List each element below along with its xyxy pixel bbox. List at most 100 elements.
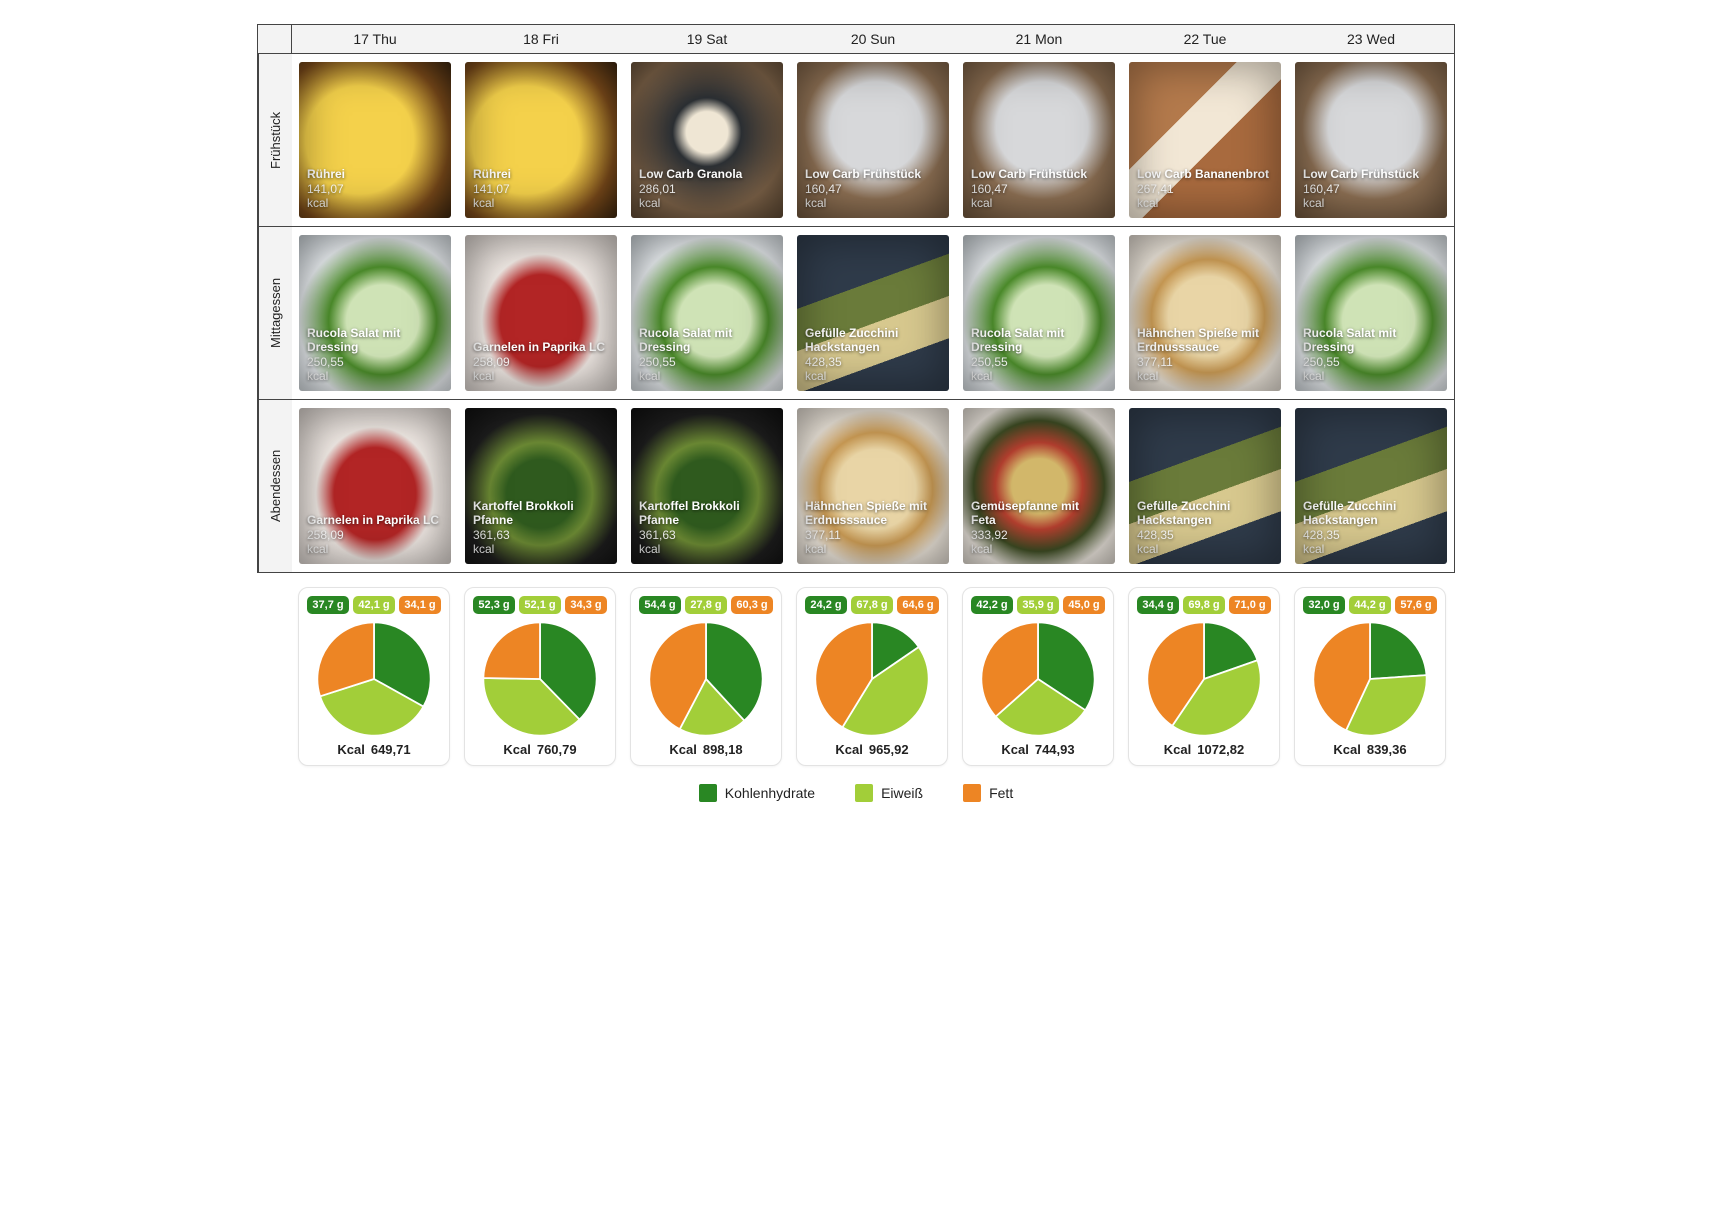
meal-card[interactable]: Garnelen in Paprika LC258,09kcal [299, 408, 451, 564]
meal-kcal: 160,47 [805, 182, 941, 196]
kcal-label: Kcal [669, 742, 696, 757]
row-label-fruehstueck: Frühstück [258, 54, 292, 226]
meal-name: Rührei [473, 168, 609, 182]
kcal-label: Kcal [1164, 742, 1191, 757]
meal-kcal: 141,07 [307, 182, 443, 196]
legend-label-protein: Eiweiß [881, 785, 923, 801]
day-header: 17 Thu [292, 25, 458, 53]
row-mittagessen: Mittagessen Rucola Salat mit Dressing250… [257, 227, 1455, 400]
pill-carb: 52,3 g [473, 596, 515, 614]
meal-kcal-unit: kcal [1303, 369, 1439, 383]
meal-card[interactable]: Gemüsepfanne mit Feta333,92kcal [963, 408, 1115, 564]
pill-protein: 44,2 g [1349, 596, 1391, 614]
meal-name: Kartoffel Brokkoli Pfanne [639, 500, 775, 528]
kcal-label: Kcal [337, 742, 364, 757]
swatch-fat-icon [963, 784, 981, 802]
meal-name: Garnelen in Paprika LC [473, 341, 609, 355]
kcal-total: 744,93 [1035, 742, 1075, 757]
swatch-protein-icon [855, 784, 873, 802]
weekly-meal-planner: 17 Thu 18 Fri 19 Sat 20 Sun 21 Mon 22 Tu… [257, 24, 1455, 802]
meal-kcal-unit: kcal [971, 369, 1107, 383]
meal-kcal-unit: kcal [1137, 369, 1273, 383]
legend-item-fat: Fett [963, 784, 1013, 802]
meal-card[interactable]: Rucola Salat mit Dressing250,55kcal [631, 235, 783, 391]
meal-kcal: 361,63 [473, 528, 609, 542]
meal-name: Rucola Salat mit Dressing [307, 327, 443, 355]
meal-card[interactable]: Gefülle Zucchini Hackstangen428,35kcal [797, 235, 949, 391]
meal-name: Rucola Salat mit Dressing [971, 327, 1107, 355]
meal-kcal: 250,55 [639, 355, 775, 369]
meal-kcal: 267,41 [1137, 182, 1273, 196]
pill-protein: 67,8 g [851, 596, 893, 614]
meal-card[interactable]: Low Carb Frühstück160,47kcal [963, 62, 1115, 218]
meal-card[interactable]: Low Carb Frühstück160,47kcal [1295, 62, 1447, 218]
legend-label-fat: Fett [989, 785, 1013, 801]
meal-kcal-unit: kcal [971, 196, 1107, 210]
meal-card[interactable]: Rucola Salat mit Dressing250,55kcal [963, 235, 1115, 391]
meal-name: Hähnchen Spieße mit Erdnusssauce [1137, 327, 1273, 355]
legend-label-carb: Kohlenhydrate [725, 785, 815, 801]
meal-card[interactable]: Gefülle Zucchini Hackstangen428,35kcal [1295, 408, 1447, 564]
meal-card[interactable]: Hähnchen Spieße mit Erdnusssauce377,11kc… [1129, 235, 1281, 391]
meal-card[interactable]: Rührei141,07kcal [465, 62, 617, 218]
day-header: 22 Tue [1122, 25, 1288, 53]
meal-card[interactable]: Kartoffel Brokkoli Pfanne361,63kcal [465, 408, 617, 564]
meal-kcal-unit: kcal [639, 369, 775, 383]
meal-card[interactable]: Kartoffel Brokkoli Pfanne361,63kcal [631, 408, 783, 564]
meal-card[interactable]: Low Carb Frühstück160,47kcal [797, 62, 949, 218]
pill-protein: 27,8 g [685, 596, 727, 614]
meal-kcal-unit: kcal [473, 369, 609, 383]
pill-fat: 45,0 g [1063, 596, 1105, 614]
pill-protein: 52,1 g [519, 596, 561, 614]
meal-kcal-unit: kcal [639, 542, 775, 556]
meal-name: Kartoffel Brokkoli Pfanne [473, 500, 609, 528]
day-header: 20 Sun [790, 25, 956, 53]
macro-pie-chart [1145, 620, 1263, 738]
meal-name: Low Carb Frühstück [971, 168, 1107, 182]
meal-name: Low Carb Frühstück [1303, 168, 1439, 182]
day-header: 19 Sat [624, 25, 790, 53]
meal-kcal-unit: kcal [971, 542, 1107, 556]
meal-kcal-unit: kcal [1137, 196, 1273, 210]
kcal-label: Kcal [835, 742, 862, 757]
meal-card[interactable]: Hähnchen Spieße mit Erdnusssauce377,11kc… [797, 408, 949, 564]
meal-card[interactable]: Garnelen in Paprika LC258,09kcal [465, 235, 617, 391]
meal-kcal: 428,35 [1137, 528, 1273, 542]
pill-carb: 54,4 g [639, 596, 681, 614]
meal-name: Gefülle Zucchini Hackstangen [1137, 500, 1273, 528]
meal-name: Gemüsepfanne mit Feta [971, 500, 1107, 528]
macro-legend: Kohlenhydrate Eiweiß Fett [257, 784, 1455, 802]
meal-kcal: 428,35 [805, 355, 941, 369]
legend-item-protein: Eiweiß [855, 784, 923, 802]
meal-name: Low Carb Frühstück [805, 168, 941, 182]
meal-card[interactable]: Rührei141,07kcal [299, 62, 451, 218]
meal-card[interactable]: Low Carb Bananenbrot267,41kcal [1129, 62, 1281, 218]
pill-carb: 32,0 g [1303, 596, 1345, 614]
row-abendessen: Abendessen Garnelen in Paprika LC258,09k… [257, 400, 1455, 573]
meal-kcal-unit: kcal [805, 196, 941, 210]
meal-card[interactable]: Gefülle Zucchini Hackstangen428,35kcal [1129, 408, 1281, 564]
meal-card[interactable]: Low Carb Granola286,01kcal [631, 62, 783, 218]
kcal-total: 965,92 [869, 742, 909, 757]
macro-card: 54,4 g 27,8 g 60,3 g Kcal898,18 [630, 587, 782, 766]
meal-kcal: 258,09 [307, 528, 443, 542]
pill-carb: 34,4 g [1137, 596, 1179, 614]
meal-kcal-unit: kcal [473, 542, 609, 556]
day-header: 23 Wed [1288, 25, 1454, 53]
macro-pie-chart [647, 620, 765, 738]
meal-kcal: 160,47 [1303, 182, 1439, 196]
meal-kcal: 250,55 [1303, 355, 1439, 369]
meal-name: Low Carb Bananenbrot [1137, 168, 1273, 182]
macro-card: 52,3 g 52,1 g 34,3 g Kcal760,79 [464, 587, 616, 766]
kcal-label: Kcal [1333, 742, 1360, 757]
pill-fat: 71,0 g [1229, 596, 1271, 614]
macro-pie-chart [979, 620, 1097, 738]
meal-card[interactable]: Rucola Salat mit Dressing250,55kcal [1295, 235, 1447, 391]
planner-header-corner [258, 25, 292, 53]
meal-card[interactable]: Rucola Salat mit Dressing250,55kcal [299, 235, 451, 391]
pill-protein: 35,9 g [1017, 596, 1059, 614]
meal-name: Low Carb Granola [639, 168, 775, 182]
day-header: 21 Mon [956, 25, 1122, 53]
macro-card: 32,0 g 44,2 g 57,6 g Kcal839,36 [1294, 587, 1446, 766]
macro-pie-chart [481, 620, 599, 738]
